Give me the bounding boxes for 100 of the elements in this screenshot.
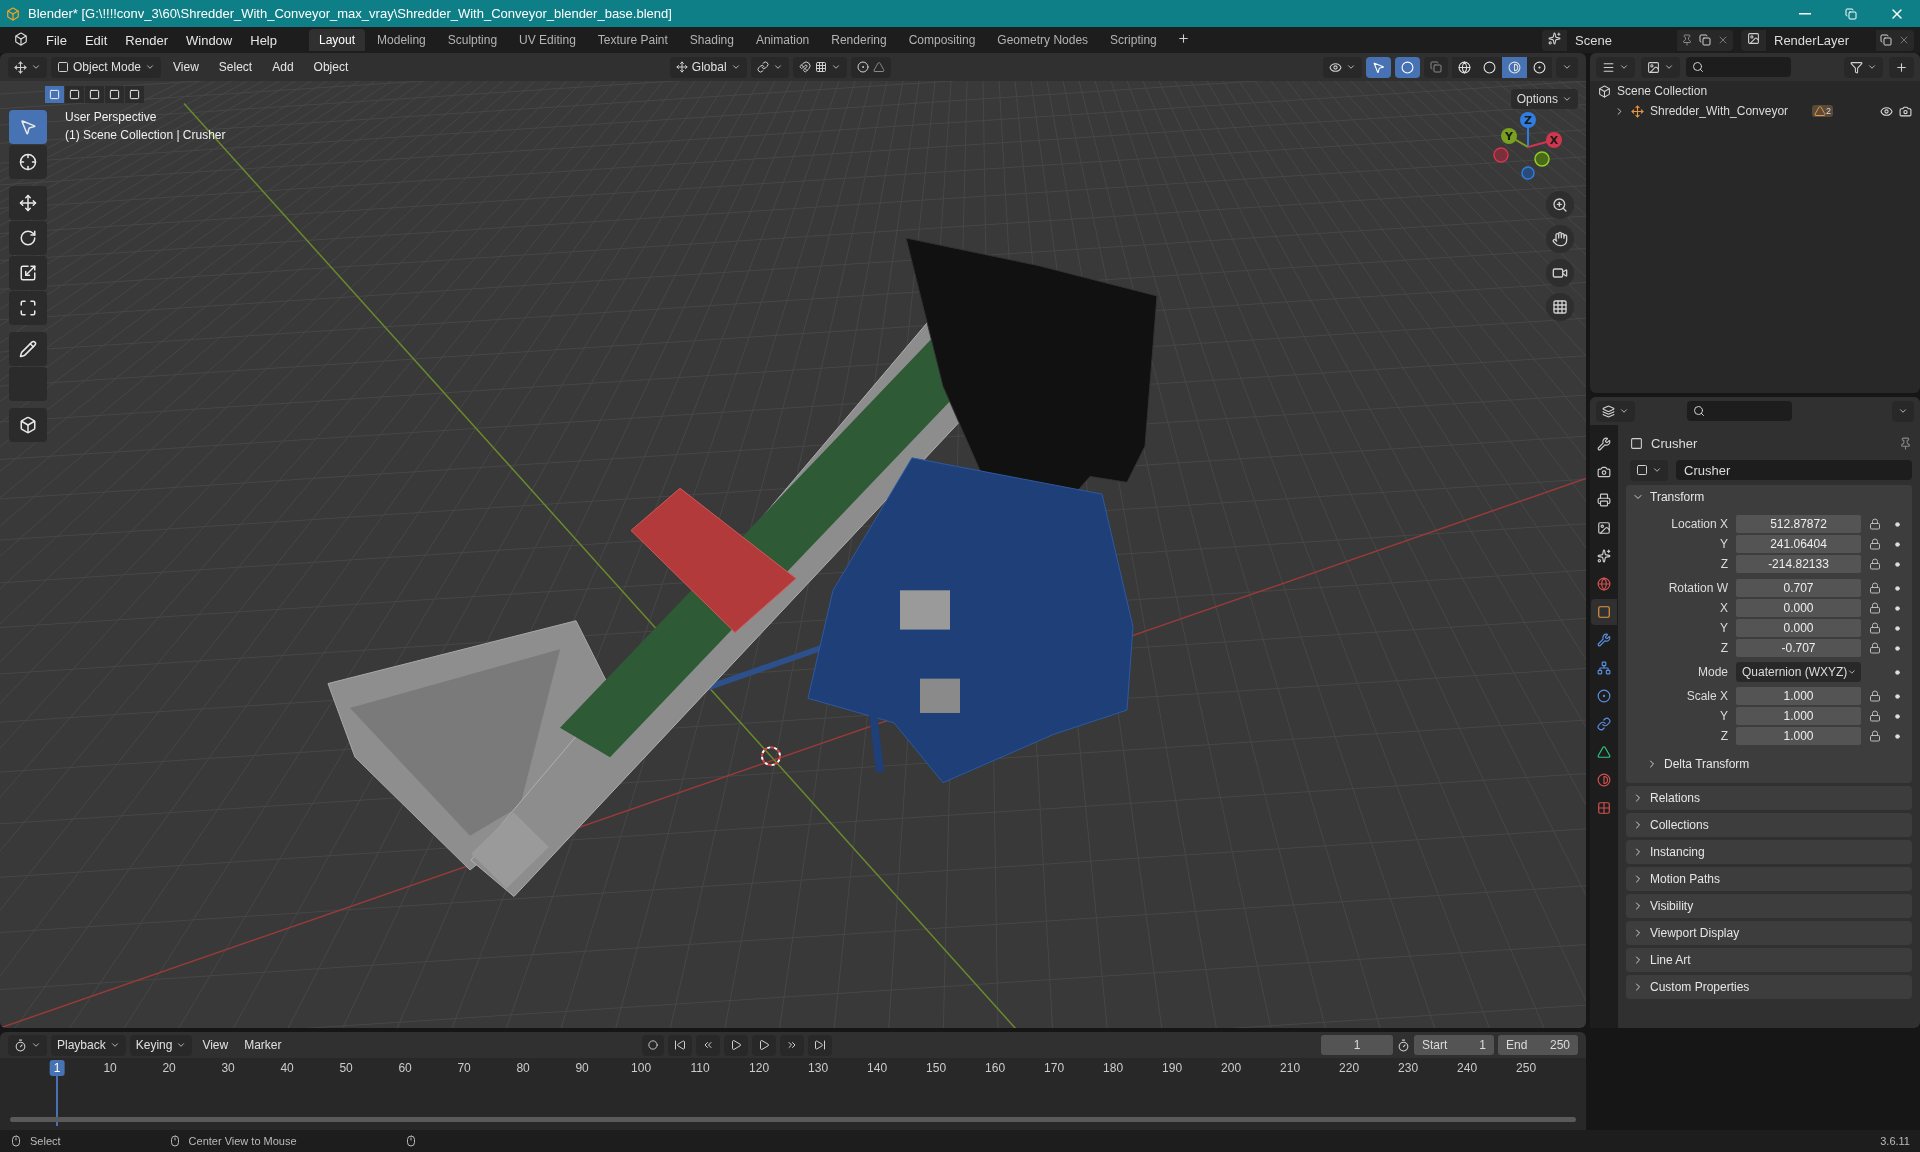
- workspace-tab[interactable]: Shading: [679, 29, 744, 51]
- proportional-button[interactable]: [850, 56, 891, 78]
- xray-toggle[interactable]: [1424, 56, 1448, 78]
- workspace-tab[interactable]: Texture Paint: [587, 29, 678, 51]
- keyframe-dot-icon[interactable]: [1895, 561, 1900, 567]
- lock-icon[interactable]: [1869, 730, 1881, 742]
- panel-header[interactable]: Visibility: [1626, 894, 1912, 918]
- lock-icon[interactable]: [1869, 602, 1881, 614]
- number-field[interactable]: 512.87872: [1736, 515, 1861, 533]
- scrollbar[interactable]: [10, 1117, 1576, 1122]
- panel-header[interactable]: Custom Properties: [1626, 975, 1912, 999]
- number-field[interactable]: 1.000: [1736, 727, 1861, 745]
- play-button[interactable]: [751, 1034, 776, 1056]
- scene-name-field[interactable]: Scene: [1567, 29, 1677, 51]
- end-frame-field[interactable]: End 250: [1498, 1035, 1578, 1055]
- search-field[interactable]: [1686, 57, 1791, 77]
- object-name-field[interactable]: Crusher: [1676, 460, 1912, 480]
- tool-button[interactable]: [9, 408, 47, 442]
- workspace-tab[interactable]: Modeling: [367, 29, 436, 51]
- visibility-dropdown[interactable]: [1323, 56, 1362, 78]
- select-mode-button[interactable]: [65, 86, 84, 103]
- panel-header[interactable]: Instancing: [1626, 840, 1912, 864]
- number-field[interactable]: 1.000: [1736, 687, 1861, 705]
- panel-header[interactable]: Line Art: [1626, 948, 1912, 972]
- jump-end-button[interactable]: [807, 1034, 832, 1056]
- shading-button[interactable]: [1452, 56, 1477, 78]
- start-frame-field[interactable]: Start 1: [1414, 1035, 1494, 1055]
- number-field[interactable]: -214.82133: [1736, 555, 1861, 573]
- display-mode-dropdown[interactable]: [1596, 56, 1635, 78]
- editor-type-button[interactable]: [8, 1034, 47, 1056]
- viewport-menu-item[interactable]: Add: [264, 57, 302, 77]
- shading-button[interactable]: [1527, 56, 1552, 78]
- tree-item[interactable]: Shredder_With_Conveyor: [1650, 104, 1789, 118]
- menu-item[interactable]: Render: [117, 29, 176, 51]
- menu-item[interactable]: Window: [178, 29, 241, 51]
- filter-dropdown[interactable]: [1844, 56, 1883, 78]
- zoom-button[interactable]: [1546, 191, 1574, 219]
- panel-header[interactable]: Collections: [1626, 813, 1912, 837]
- keyframe-dot-icon[interactable]: [1895, 541, 1900, 547]
- play-reverse-button[interactable]: [723, 1034, 748, 1056]
- menu-item[interactable]: File: [38, 29, 75, 51]
- workspace-tab[interactable]: Geometry Nodes: [987, 29, 1099, 51]
- viewport-menu-item[interactable]: Object: [305, 57, 357, 77]
- tool-button[interactable]: [9, 186, 47, 220]
- new-collection-button[interactable]: [1889, 56, 1914, 78]
- keyframe-dot-icon[interactable]: [1895, 669, 1900, 675]
- menu-item[interactable]: Help: [242, 29, 285, 51]
- next-keyframe-button[interactable]: [779, 1034, 804, 1056]
- timeline-menu[interactable]: View: [196, 1034, 235, 1056]
- keyframe-dot-icon[interactable]: [1895, 693, 1900, 699]
- workspace-tab[interactable]: Animation: [745, 29, 820, 51]
- gizmo-toggle[interactable]: [1366, 56, 1391, 78]
- tree-item[interactable]: Scene Collection: [1617, 84, 1708, 98]
- menu-item[interactable]: Edit: [76, 29, 116, 51]
- viewport-menu-item[interactable]: View: [165, 57, 207, 77]
- workspace-tab[interactable]: Sculpting: [437, 29, 508, 51]
- data-block-dropdown[interactable]: [1630, 459, 1668, 481]
- orientation-dropdown[interactable]: Global: [669, 56, 747, 78]
- shading-button[interactable]: [1477, 56, 1502, 78]
- number-field[interactable]: 0.000: [1736, 599, 1861, 617]
- keyframe-dot-icon[interactable]: [1895, 605, 1900, 611]
- stopwatch-icon[interactable]: [1397, 1038, 1410, 1052]
- number-field[interactable]: 0.707: [1736, 579, 1861, 597]
- viewport-menu-item[interactable]: Select: [210, 57, 261, 77]
- camera-icon[interactable]: [1899, 104, 1912, 118]
- overlay-toggle[interactable]: [1395, 56, 1420, 78]
- camera-view-button[interactable]: [1546, 259, 1574, 287]
- workspace-tab[interactable]: Rendering: [821, 29, 897, 51]
- lock-icon[interactable]: [1869, 690, 1881, 702]
- lock-icon[interactable]: [1869, 538, 1881, 550]
- timeline-menu[interactable]: Marker: [238, 1034, 288, 1056]
- scene-selector[interactable]: Scene: [1542, 29, 1733, 51]
- filter-mode-dropdown[interactable]: [1641, 56, 1680, 78]
- editor-type-button[interactable]: [1596, 400, 1635, 422]
- prev-keyframe-button[interactable]: [695, 1034, 720, 1056]
- workspace-tab[interactable]: Compositing: [898, 29, 986, 51]
- snap-button[interactable]: [792, 56, 847, 78]
- lock-icon[interactable]: [1869, 582, 1881, 594]
- lock-icon[interactable]: [1869, 642, 1881, 654]
- panel-header[interactable]: Motion Paths: [1626, 867, 1912, 891]
- mode-dropdown[interactable]: Object Mode: [51, 56, 162, 78]
- number-field[interactable]: 241.06404: [1736, 535, 1861, 553]
- tool-button[interactable]: [9, 332, 47, 366]
- search-field[interactable]: [1687, 401, 1792, 421]
- select-mode-button[interactable]: [105, 86, 124, 103]
- record-button[interactable]: [641, 1034, 664, 1056]
- rotation-mode-dropdown[interactable]: Quaternion (WXYZ): [1736, 662, 1861, 682]
- options-button[interactable]: Options: [1510, 89, 1578, 109]
- number-field[interactable]: 0.000: [1736, 619, 1861, 637]
- workspace-tab[interactable]: Layout: [309, 29, 366, 51]
- keyframe-dot-icon[interactable]: [1895, 733, 1900, 739]
- tool-button[interactable]: [9, 221, 47, 255]
- pin-icon[interactable]: [1899, 436, 1912, 450]
- subpanel-header[interactable]: Delta Transform: [1626, 751, 1770, 777]
- lock-icon[interactable]: [1869, 518, 1881, 530]
- keyframe-dot-icon[interactable]: [1895, 625, 1900, 631]
- tool-button[interactable]: [9, 145, 47, 179]
- current-frame-field[interactable]: 1: [1321, 1035, 1393, 1055]
- panel-header[interactable]: Viewport Display: [1626, 921, 1912, 945]
- select-mode-button[interactable]: [85, 86, 104, 103]
